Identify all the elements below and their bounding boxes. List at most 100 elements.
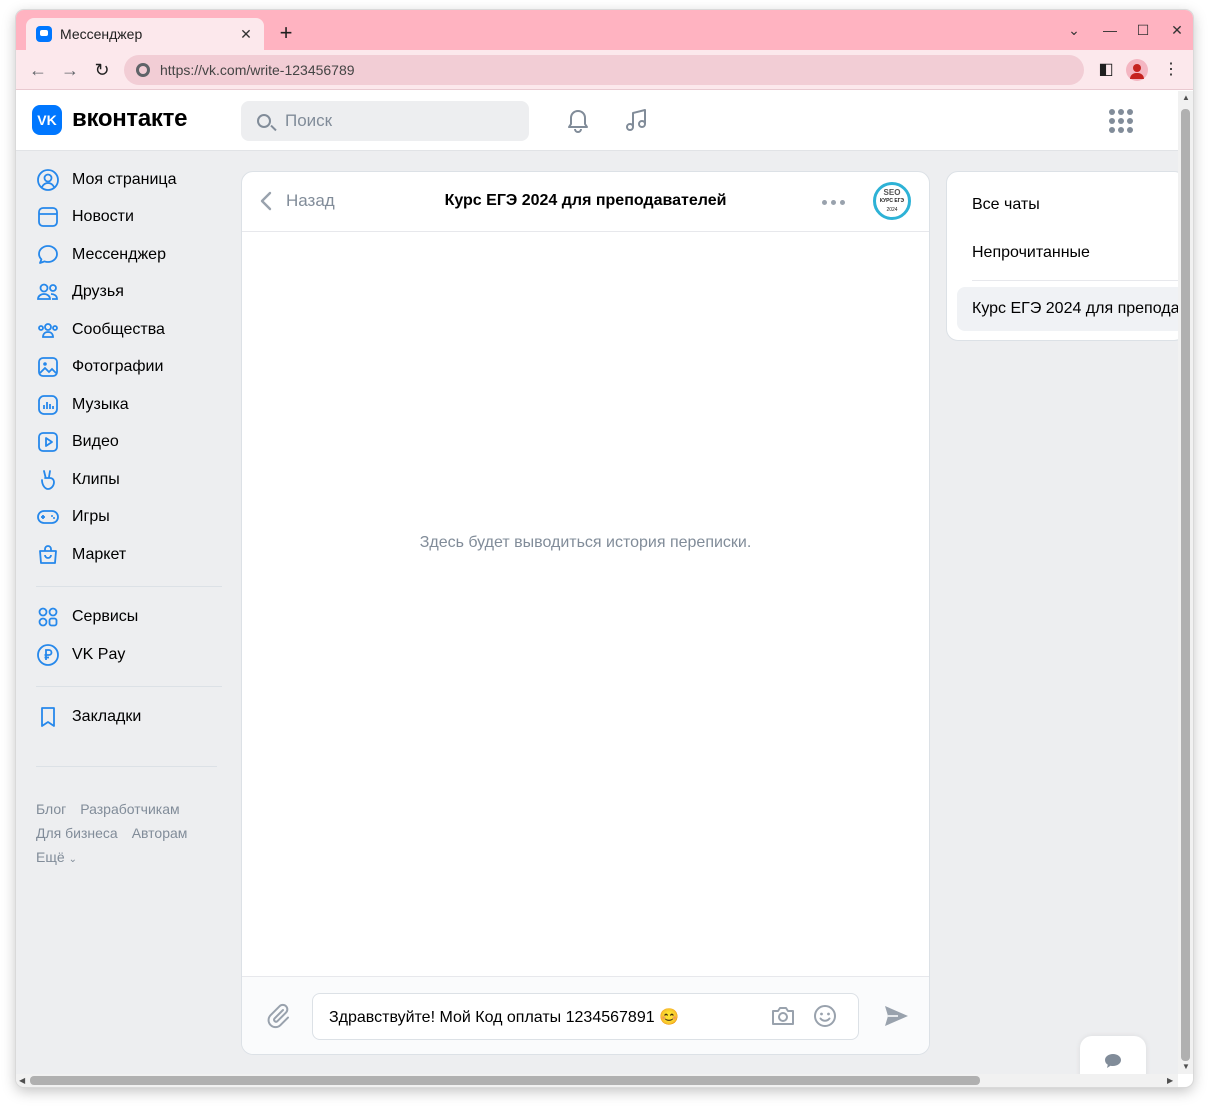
vk-logo-text[interactable]: вконтакте xyxy=(72,105,187,133)
browser-tab[interactable]: Мессенджер ✕ xyxy=(26,18,264,50)
sidebar-item-market[interactable]: Маркет xyxy=(16,536,236,574)
sidebar-item-my-page[interactable]: Моя страница xyxy=(16,161,236,199)
horizontal-scroll-thumb[interactable] xyxy=(30,1076,980,1085)
chat-bubble-icon xyxy=(1105,1054,1121,1068)
forward-arrow-icon[interactable]: → xyxy=(58,58,82,82)
user-circle-icon xyxy=(37,168,59,191)
services-icon xyxy=(38,607,58,627)
news-icon xyxy=(38,207,58,228)
scroll-down-arrow-icon[interactable]: ▼ xyxy=(1182,1062,1190,1071)
avatar-text: КУРС ЕГЭ xyxy=(879,197,905,204)
sidebar-item-label: Музыка xyxy=(72,395,129,413)
footer-link-blog[interactable]: Блог xyxy=(36,801,66,817)
sidebar-item-label: Игры xyxy=(72,508,110,526)
sidebar-item-games[interactable]: Игры xyxy=(16,499,236,537)
chevron-down-icon: ⌄ xyxy=(68,854,78,865)
chevron-left-icon xyxy=(260,191,272,211)
sidebar-item-label: Сервисы xyxy=(72,608,139,626)
active-chat-label[interactable]: Курс ЕГЭ 2024 для препода xyxy=(972,300,1178,318)
sidebar-item-news[interactable]: Новости xyxy=(16,199,236,237)
sidebar-item-label: Сообщества xyxy=(72,320,165,338)
send-icon[interactable] xyxy=(882,1002,910,1030)
sidebar-item-label: Друзья xyxy=(72,283,124,301)
sidebar-item-label: Видео xyxy=(72,433,119,451)
filter-divider xyxy=(972,280,1178,281)
footer-link-developers[interactable]: Разработчикам xyxy=(80,801,179,817)
url-text[interactable]: https://vk.com/write-123456789 xyxy=(160,62,355,78)
sidebar-item-communities[interactable]: Сообщества xyxy=(16,311,236,349)
side-panel-icon[interactable]: ◧ xyxy=(1094,58,1118,82)
new-tab-button[interactable]: + xyxy=(274,22,298,46)
scroll-right-arrow-icon[interactable]: ▶ xyxy=(1167,1076,1173,1085)
more-dots-icon[interactable] xyxy=(822,200,845,205)
bell-icon[interactable] xyxy=(564,107,592,135)
close-window-button[interactable]: ✕ xyxy=(1167,22,1187,39)
sidebar-item-vkpay[interactable]: VK Pay xyxy=(16,636,236,674)
sidebar-item-video[interactable]: Видео xyxy=(16,424,236,462)
vk-logo-icon[interactable]: VK xyxy=(32,105,62,135)
paperclip-icon[interactable] xyxy=(264,1001,292,1029)
footer-more-label: Ещё xyxy=(36,849,65,865)
reload-icon[interactable]: ↻ xyxy=(90,58,114,82)
sidebar-item-friends[interactable]: Друзья xyxy=(16,274,236,312)
page-content: VK вконтакте Поиск Моя страница Новости … xyxy=(16,91,1178,1074)
left-sidebar: Моя страница Новости Мессенджер Друзья С… xyxy=(16,161,236,872)
search-input[interactable]: Поиск xyxy=(241,101,529,141)
back-arrow-icon[interactable]: ← xyxy=(26,58,50,82)
avatar-text: SEO xyxy=(883,187,901,197)
footer-link-business[interactable]: Для бизнеса xyxy=(36,825,118,841)
footer-divider xyxy=(36,766,217,767)
footer-more-button[interactable]: Ещё ⌄ xyxy=(36,845,236,872)
sidebar-item-bookmarks[interactable]: Закладки xyxy=(16,699,236,737)
search-icon xyxy=(257,114,271,128)
emoji-icon[interactable] xyxy=(811,1002,839,1030)
gamepad-icon xyxy=(37,510,59,525)
music-note-icon[interactable] xyxy=(622,107,650,135)
sidebar-item-label: Маркет xyxy=(72,545,127,563)
chat-header: Курс ЕГЭ 2024 для преподавателей Назад S… xyxy=(242,172,929,232)
title-bar: Мессенджер ✕ + ⌄ — ☐ ✕ xyxy=(16,10,1193,50)
maximize-button[interactable]: ☐ xyxy=(1133,22,1153,39)
sidebar-item-photos[interactable]: Фотографии xyxy=(16,349,236,387)
chat-filter-panel: Все чаты Непрочитанные Курс ЕГЭ 2024 для… xyxy=(946,171,1178,341)
filter-all-chats[interactable]: Все чаты xyxy=(972,196,1040,214)
footer-link-authors[interactable]: Авторам xyxy=(132,825,188,841)
message-input-value[interactable]: Здравствуйте! Мой Код оплаты 1234567891 … xyxy=(329,1007,679,1027)
apps-grid-icon[interactable] xyxy=(1109,109,1133,133)
vk-header: VK вконтакте Поиск xyxy=(16,91,1178,151)
chat-avatar[interactable]: SEO КУРС ЕГЭ 2024 xyxy=(873,182,911,220)
sidebar-item-label: Фотографии xyxy=(72,358,164,376)
chat-bubble-button[interactable] xyxy=(1080,1036,1146,1074)
sidebar-divider xyxy=(36,585,222,587)
profile-avatar-icon[interactable] xyxy=(1126,59,1148,81)
site-info-icon[interactable] xyxy=(136,63,150,77)
sidebar-item-label: Закладки xyxy=(72,708,142,726)
back-label: Назад xyxy=(286,191,335,210)
sidebar-item-services[interactable]: Сервисы xyxy=(16,599,236,637)
video-icon xyxy=(38,432,58,453)
avatar-text: 2024 xyxy=(886,206,898,213)
sidebar-item-clips[interactable]: Клипы xyxy=(16,461,236,499)
address-bar[interactable]: https://vk.com/write-123456789 xyxy=(124,55,1084,85)
scroll-left-arrow-icon[interactable]: ◀ xyxy=(19,1076,25,1085)
scroll-up-arrow-icon[interactable]: ▲ xyxy=(1182,93,1190,102)
camera-icon[interactable] xyxy=(769,1002,797,1030)
vertical-scroll-thumb[interactable] xyxy=(1181,109,1190,1061)
menu-kebab-icon[interactable]: ⋮ xyxy=(1159,58,1183,82)
bookmark-icon xyxy=(41,707,55,728)
sidebar-item-music[interactable]: Музыка xyxy=(16,386,236,424)
search-placeholder: Поиск xyxy=(285,111,333,130)
chat-panel: Курс ЕГЭ 2024 для преподавателей Назад S… xyxy=(241,171,930,1055)
sidebar-footer: Блог Разработчикам Для бизнеса Авторам Ещё… xyxy=(36,797,236,872)
horizontal-scrollbar[interactable]: ◀ ▶ xyxy=(16,1074,1178,1087)
vertical-scrollbar[interactable]: ▲ ▼ xyxy=(1178,91,1193,1074)
sidebar-item-label: Мессенджер xyxy=(72,245,166,263)
back-button[interactable]: Назад xyxy=(258,190,335,212)
tab-list-chevron-icon[interactable]: ⌄ xyxy=(1064,22,1084,39)
messenger-favicon-icon xyxy=(36,26,52,42)
minimize-button[interactable]: — xyxy=(1100,22,1120,38)
tab-close-icon[interactable]: ✕ xyxy=(238,26,254,43)
sidebar-item-label: Клипы xyxy=(72,470,120,488)
sidebar-item-messenger[interactable]: Мессенджер xyxy=(16,236,236,274)
filter-unread[interactable]: Непрочитанные xyxy=(972,244,1090,262)
